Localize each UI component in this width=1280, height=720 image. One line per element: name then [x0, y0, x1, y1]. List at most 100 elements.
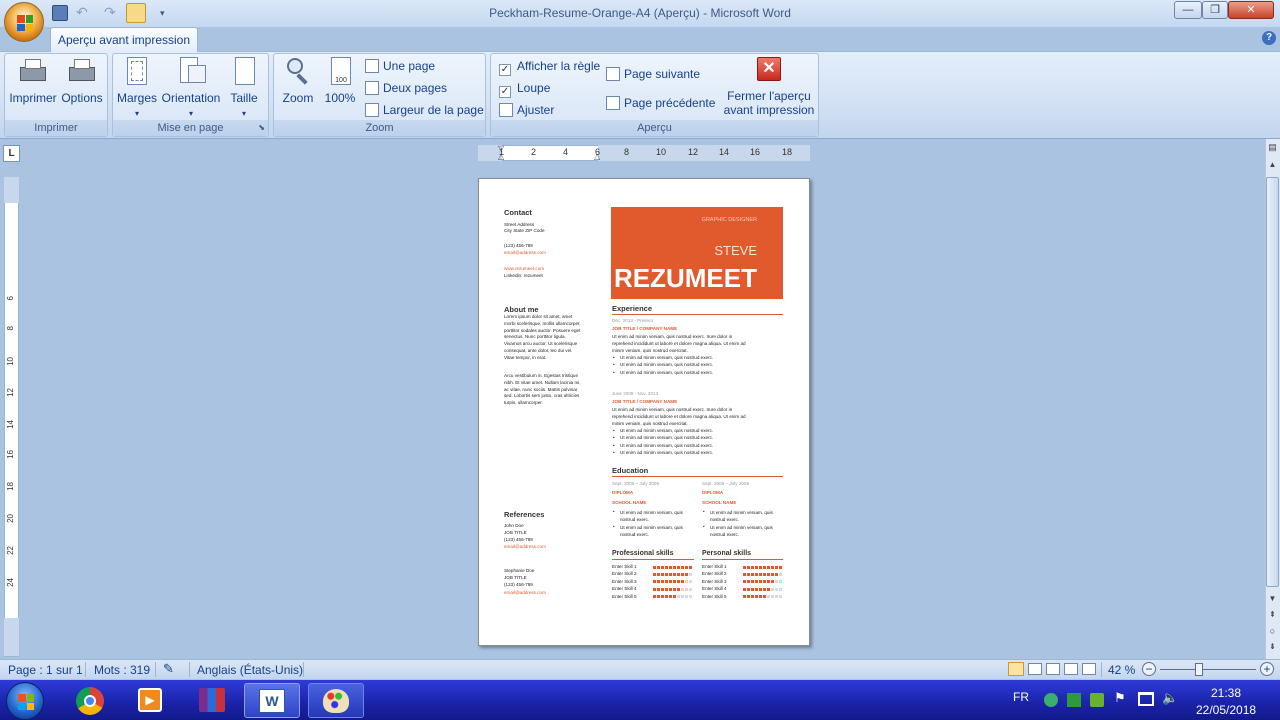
chrome-icon — [76, 687, 104, 715]
page-size-icon — [229, 57, 259, 87]
close-button[interactable]: ✕ — [1228, 1, 1274, 19]
tab-selector[interactable]: L — [3, 145, 20, 162]
full-screen-view-icon[interactable] — [1028, 663, 1042, 675]
draft-view-icon[interactable] — [1082, 663, 1096, 675]
browse-object-icon[interactable]: ○ — [1266, 626, 1279, 638]
print-preview-qat-icon[interactable] — [126, 3, 146, 23]
zoom-level[interactable]: 42 % — [1108, 663, 1135, 677]
clock-date[interactable]: 22/05/2018 — [1196, 703, 1256, 717]
web-layout-view-icon[interactable] — [1046, 663, 1060, 675]
display-tray-icon[interactable] — [1138, 692, 1154, 706]
view-ruler-icon[interactable]: ▤ — [1266, 142, 1279, 155]
office-button[interactable] — [4, 2, 44, 42]
taskbar-word[interactable]: W — [244, 683, 300, 718]
job-date: Dec. 2013 - Present — [612, 318, 653, 323]
show-ruler-checkbox[interactable]: ✓ Afficher la règle — [499, 58, 600, 76]
maximize-button[interactable]: ❐ — [1202, 1, 1228, 19]
about-line: ac vitae, nunc sociis. Mattis pulvinar — [504, 386, 578, 392]
options-button[interactable]: Options — [59, 57, 105, 105]
contact-phone: (123) 456-789 — [504, 243, 533, 248]
size-label: Taille — [230, 91, 258, 105]
redo-icon[interactable]: ↷ — [104, 5, 120, 21]
fit-label: Ajuster — [517, 103, 555, 117]
taskbar-paint[interactable] — [308, 683, 364, 718]
save-icon[interactable] — [52, 5, 68, 21]
ref1-phone: (123) 456-789 — [504, 537, 533, 542]
tab-print-preview[interactable]: Aperçu avant impression — [50, 27, 198, 52]
zoom-slider-thumb[interactable] — [1194, 663, 1203, 676]
proofing-icon[interactable]: ✎ — [163, 661, 174, 677]
skill-name: Enter Skill 3 — [702, 578, 727, 584]
language[interactable]: Anglais (États-Unis) — [197, 663, 303, 677]
dialog-launcher-icon[interactable]: ⬊ — [258, 120, 265, 136]
customize-qat-icon[interactable]: ▾ — [160, 5, 176, 21]
banner-first-name: STEVE — [714, 243, 757, 258]
contact-email: email@address.com — [504, 250, 546, 255]
previous-page-icon[interactable]: ⇞ — [1266, 610, 1279, 622]
nvidia-tray-icon[interactable] — [1090, 693, 1104, 707]
job-title: JOB TITLE / COMPANY NAME — [612, 399, 678, 404]
outline-view-icon[interactable] — [1064, 663, 1078, 675]
ruler-tick-label: 1 — [499, 147, 505, 157]
job-description-line: Ut enim ad minim veniam, quis nostrud ex… — [612, 407, 733, 412]
group-mise-en-page: Marges ▾ Orientation ▾ Taille ▾ Mise en pag… — [112, 53, 269, 137]
contact-web: www.rezumeet.com — [504, 266, 545, 271]
bullet-icon: • — [613, 435, 615, 441]
print-layout-view-icon[interactable] — [1008, 662, 1024, 676]
taskbar-chrome[interactable] — [62, 683, 118, 718]
zoom-100-button[interactable]: 100 100% — [320, 57, 360, 105]
about-line: Arcu vestibulum in. Egestas tristique — [504, 373, 579, 378]
clock-time[interactable]: 21:38 — [1211, 686, 1241, 700]
taskbar-media[interactable]: ▶ — [122, 683, 178, 718]
orientation-button[interactable]: Orientation ▾ — [159, 57, 223, 121]
undo-icon[interactable]: ↶ — [76, 5, 92, 21]
minimize-button[interactable]: — — [1174, 1, 1202, 19]
vruler-bottom-margin — [4, 618, 19, 656]
volume-tray-icon[interactable]: 🔈 — [1162, 690, 1178, 706]
security-tray-icon[interactable] — [1067, 693, 1081, 707]
skill-name: Enter Skill 4 — [702, 586, 727, 592]
magnifier-checkbox[interactable]: ✓ Loupe — [499, 80, 550, 98]
print-button[interactable]: Imprimer — [8, 57, 58, 105]
zoom-in-icon[interactable]: + — [1260, 662, 1274, 676]
close-preview-button[interactable]: ✕ Fermer l'aperçu avant impression — [723, 57, 815, 117]
margins-button[interactable]: Marges ▾ — [115, 57, 159, 121]
taskbar-winrar[interactable] — [184, 683, 240, 718]
two-pages-icon — [365, 81, 379, 95]
input-language[interactable]: FR — [1013, 690, 1029, 704]
zoom-button[interactable]: Zoom — [278, 57, 318, 105]
help-icon[interactable]: ? — [1262, 31, 1276, 45]
ruler-tick-label: 16 — [750, 147, 761, 157]
orientation-dropdown-icon: ▾ — [188, 109, 193, 118]
ruler-tick-label: 2 — [531, 147, 537, 157]
job-description-line: Ut enim ad minim veniam, quis nostrud ex… — [612, 334, 733, 339]
one-page-button[interactable]: Une page — [365, 58, 435, 74]
page-count[interactable]: Page : 1 sur 1 — [8, 663, 83, 677]
page-width-button[interactable]: Largeur de la page — [365, 102, 484, 118]
flag-tray-icon[interactable]: ⚑ — [1114, 690, 1126, 706]
scroll-up-icon[interactable]: ▲ — [1266, 160, 1279, 172]
ruler-tick-label: 14 — [6, 420, 15, 429]
network-tray-icon[interactable] — [1044, 693, 1058, 707]
skill-bar-fill — [743, 565, 783, 569]
about-line: Vivamus arcu auctor. Ut scelerisque — [504, 341, 578, 347]
window-title: Peckham-Resume-Orange-A4 (Aperçu) - Micr… — [489, 6, 791, 20]
ruler-tick-label: 6 — [595, 147, 601, 157]
zoom-out-icon[interactable]: − — [1142, 662, 1156, 676]
prev-page-button[interactable]: Page précédente — [606, 95, 715, 111]
fit-button[interactable]: Ajuster — [499, 102, 554, 118]
size-button[interactable]: Taille ▾ — [223, 57, 265, 121]
start-button[interactable] — [6, 682, 44, 720]
next-page-button[interactable]: Page suivante — [606, 66, 700, 82]
document-page[interactable]: Contact Street Address City State ZIP Co… — [478, 178, 810, 646]
scrollbar-thumb[interactable] — [1266, 177, 1279, 587]
ruler-tick-label: 10 — [656, 147, 667, 157]
word-count[interactable]: Mots : 319 — [94, 663, 150, 677]
zoom-slider-track[interactable] — [1160, 669, 1256, 670]
scroll-down-icon[interactable]: ▼ — [1266, 594, 1279, 606]
about-line: morbi scelerisque, mollis ullamcorper, — [504, 320, 581, 326]
next-page-icon[interactable]: ⇟ — [1266, 642, 1279, 654]
job-bullet: Ut enim ad minim veniam, quis nostrud ex… — [620, 369, 714, 375]
two-pages-button[interactable]: Deux pages — [365, 80, 447, 96]
job-title: JOB TITLE / COMPANY NAME — [612, 326, 678, 331]
